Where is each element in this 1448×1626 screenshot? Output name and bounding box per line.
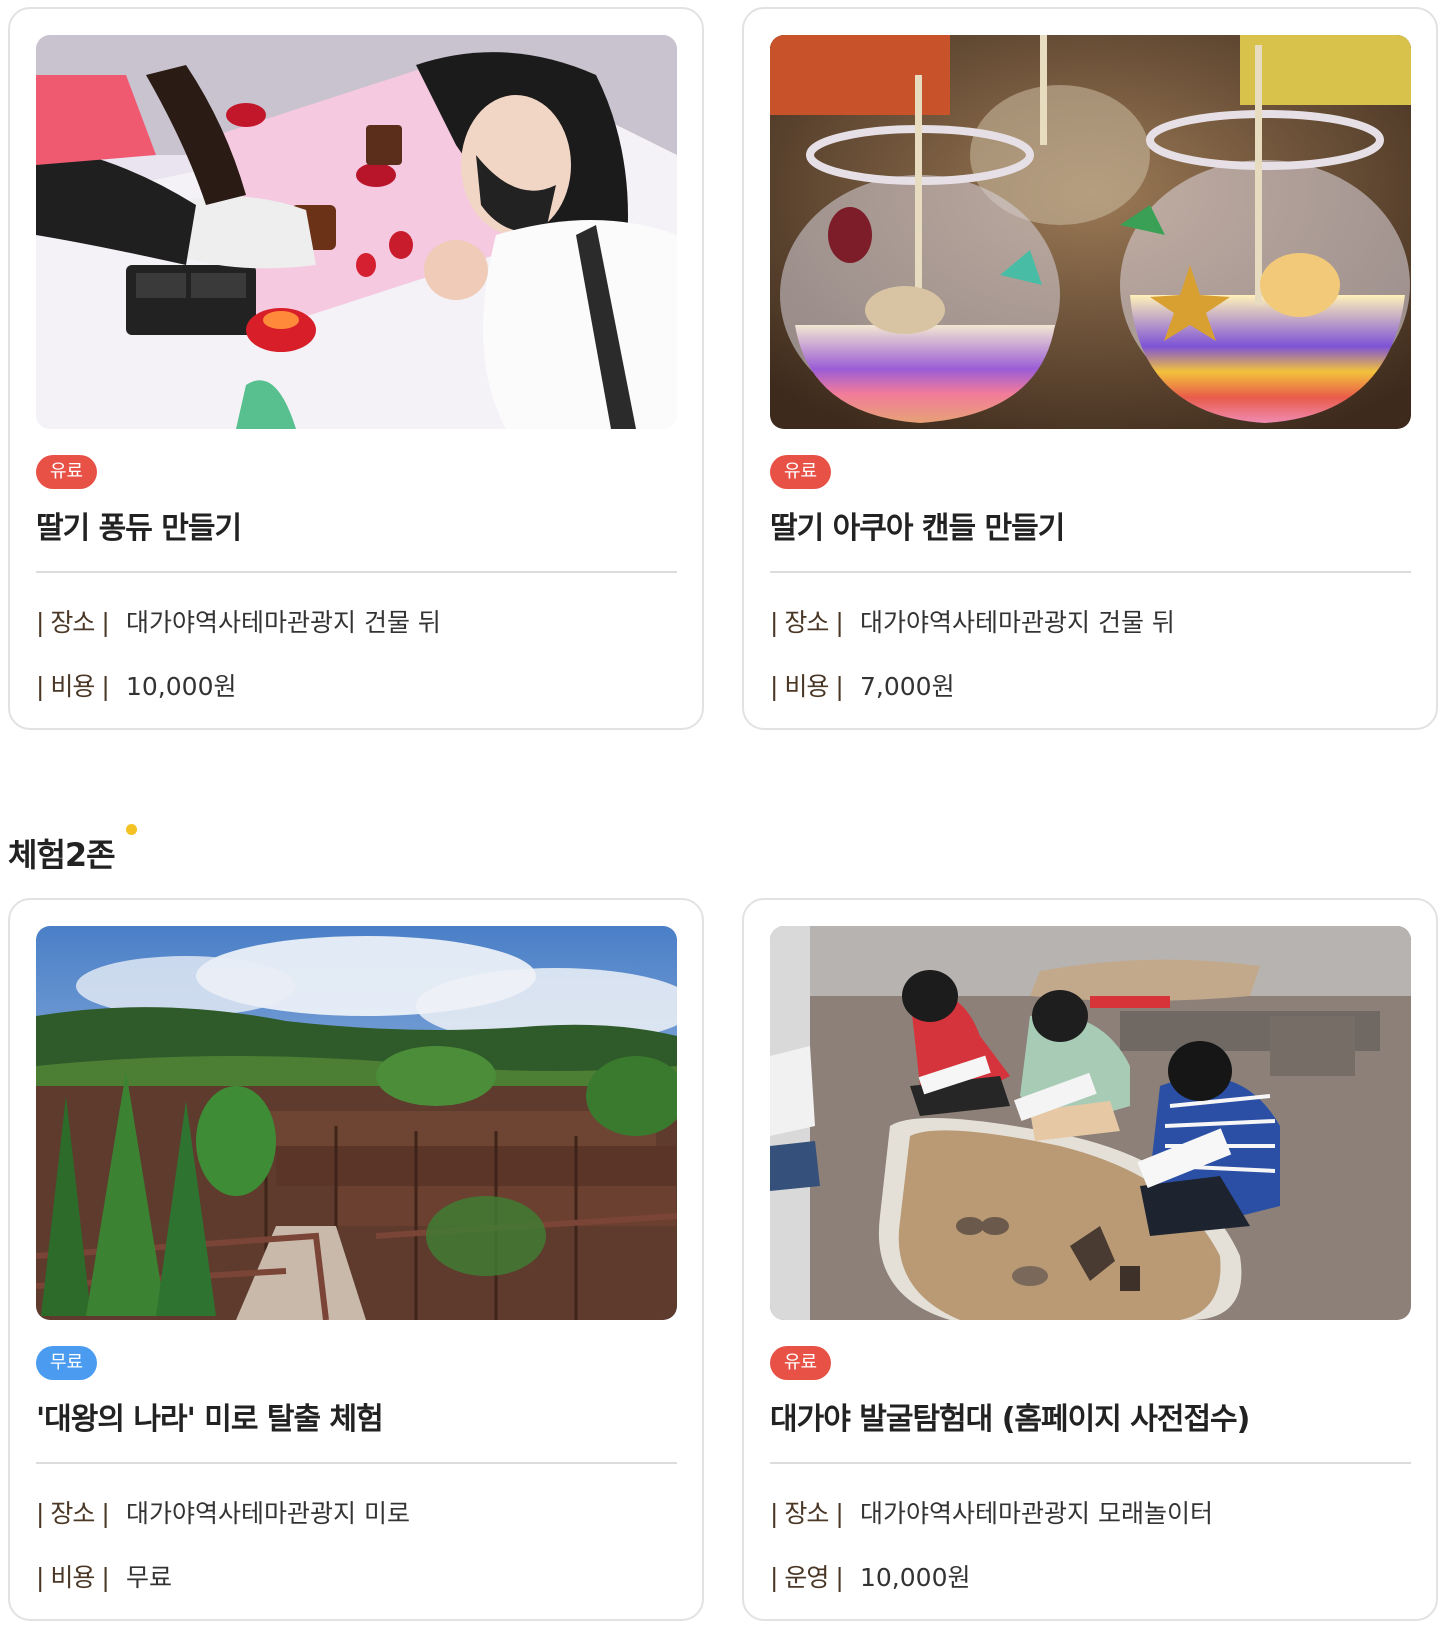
cost-row: | 비용 | 7,000원 — [770, 667, 1411, 703]
program-card-maze[interactable]: 무료 '대왕의 나라' 미로 탈출 체험 | 장소 | 대가야역사테마관광지 미… — [8, 898, 704, 1621]
divider — [36, 571, 677, 573]
operation-label: | 운영 | — [770, 1563, 844, 1592]
program-title: 딸기 퐁듀 만들기 — [36, 511, 242, 546]
status-badge: 유료 — [770, 455, 832, 489]
location-label: | 장소 | — [770, 1499, 844, 1528]
divider — [36, 1462, 677, 1464]
operation-row: | 운영 | 10,000원 — [770, 1558, 1411, 1594]
divider — [770, 571, 1411, 573]
cost-value: 7,000원 — [860, 672, 955, 701]
operation-value: 10,000원 — [860, 1563, 971, 1592]
location-value: 대가야역사테마관광지 모래놀이터 — [860, 1499, 1213, 1528]
cost-row: | 비용 | 10,000원 — [36, 667, 677, 703]
program-card-aqua-candle[interactable]: 유료 딸기 아쿠아 캔들 만들기 | 장소 | 대가야역사테마관광지 건물 뒤 … — [742, 7, 1438, 730]
status-badge: 무료 — [36, 1346, 98, 1380]
location-value: 대가야역사테마관광지 미로 — [126, 1499, 410, 1528]
location-row: | 장소 | 대가야역사테마관광지 건물 뒤 — [36, 603, 677, 639]
status-badge: 유료 — [36, 455, 98, 489]
program-title: 딸기 아쿠아 캔들 만들기 — [770, 511, 1065, 546]
zone-dot-icon — [126, 824, 137, 835]
status-badge: 유료 — [770, 1346, 832, 1380]
divider — [770, 1462, 1411, 1464]
zone-title: 체험2존 — [8, 836, 116, 874]
cost-label: | 비용 | — [36, 672, 110, 701]
cost-label: | 비용 | — [36, 1563, 110, 1592]
program-title: 대가야 발굴탐험대 (홈페이지 사전접수) — [770, 1402, 1250, 1437]
cost-label: | 비용 | — [770, 672, 844, 701]
card-grid-zone2: 무료 '대왕의 나라' 미로 탈출 체험 | 장소 | 대가야역사테마관광지 미… — [8, 898, 1438, 1621]
program-card-excavation[interactable]: 유료 대가야 발굴탐험대 (홈페이지 사전접수) | 장소 | 대가야역사테마관… — [742, 898, 1438, 1621]
location-row: | 장소 | 대가야역사테마관광지 모래놀이터 — [770, 1494, 1411, 1530]
location-row: | 장소 | 대가야역사테마관광지 미로 — [36, 1494, 677, 1530]
card-grid-zone1: 유료 딸기 퐁듀 만들기 | 장소 | 대가야역사테마관광지 건물 뒤 | 비용… — [8, 7, 1438, 730]
cost-value: 10,000원 — [126, 672, 237, 701]
location-label: | 장소 | — [36, 1499, 110, 1528]
maze-photo — [36, 926, 677, 1320]
location-row: | 장소 | 대가야역사테마관광지 건물 뒤 — [770, 603, 1411, 639]
strawberry-fondue-photo — [36, 35, 677, 429]
location-value: 대가야역사테마관광지 건물 뒤 — [860, 608, 1175, 637]
location-label: | 장소 | — [36, 608, 110, 637]
program-card-strawberry-fondue[interactable]: 유료 딸기 퐁듀 만들기 | 장소 | 대가야역사테마관광지 건물 뒤 | 비용… — [8, 7, 704, 730]
location-label: | 장소 | — [770, 608, 844, 637]
program-title: '대왕의 나라' 미로 탈출 체험 — [36, 1402, 384, 1437]
location-value: 대가야역사테마관광지 건물 뒤 — [126, 608, 441, 637]
aqua-candle-photo — [770, 35, 1411, 429]
cost-row: | 비용 | 무료 — [36, 1558, 677, 1594]
excavation-photo — [770, 926, 1411, 1320]
cost-value: 무료 — [126, 1563, 173, 1592]
